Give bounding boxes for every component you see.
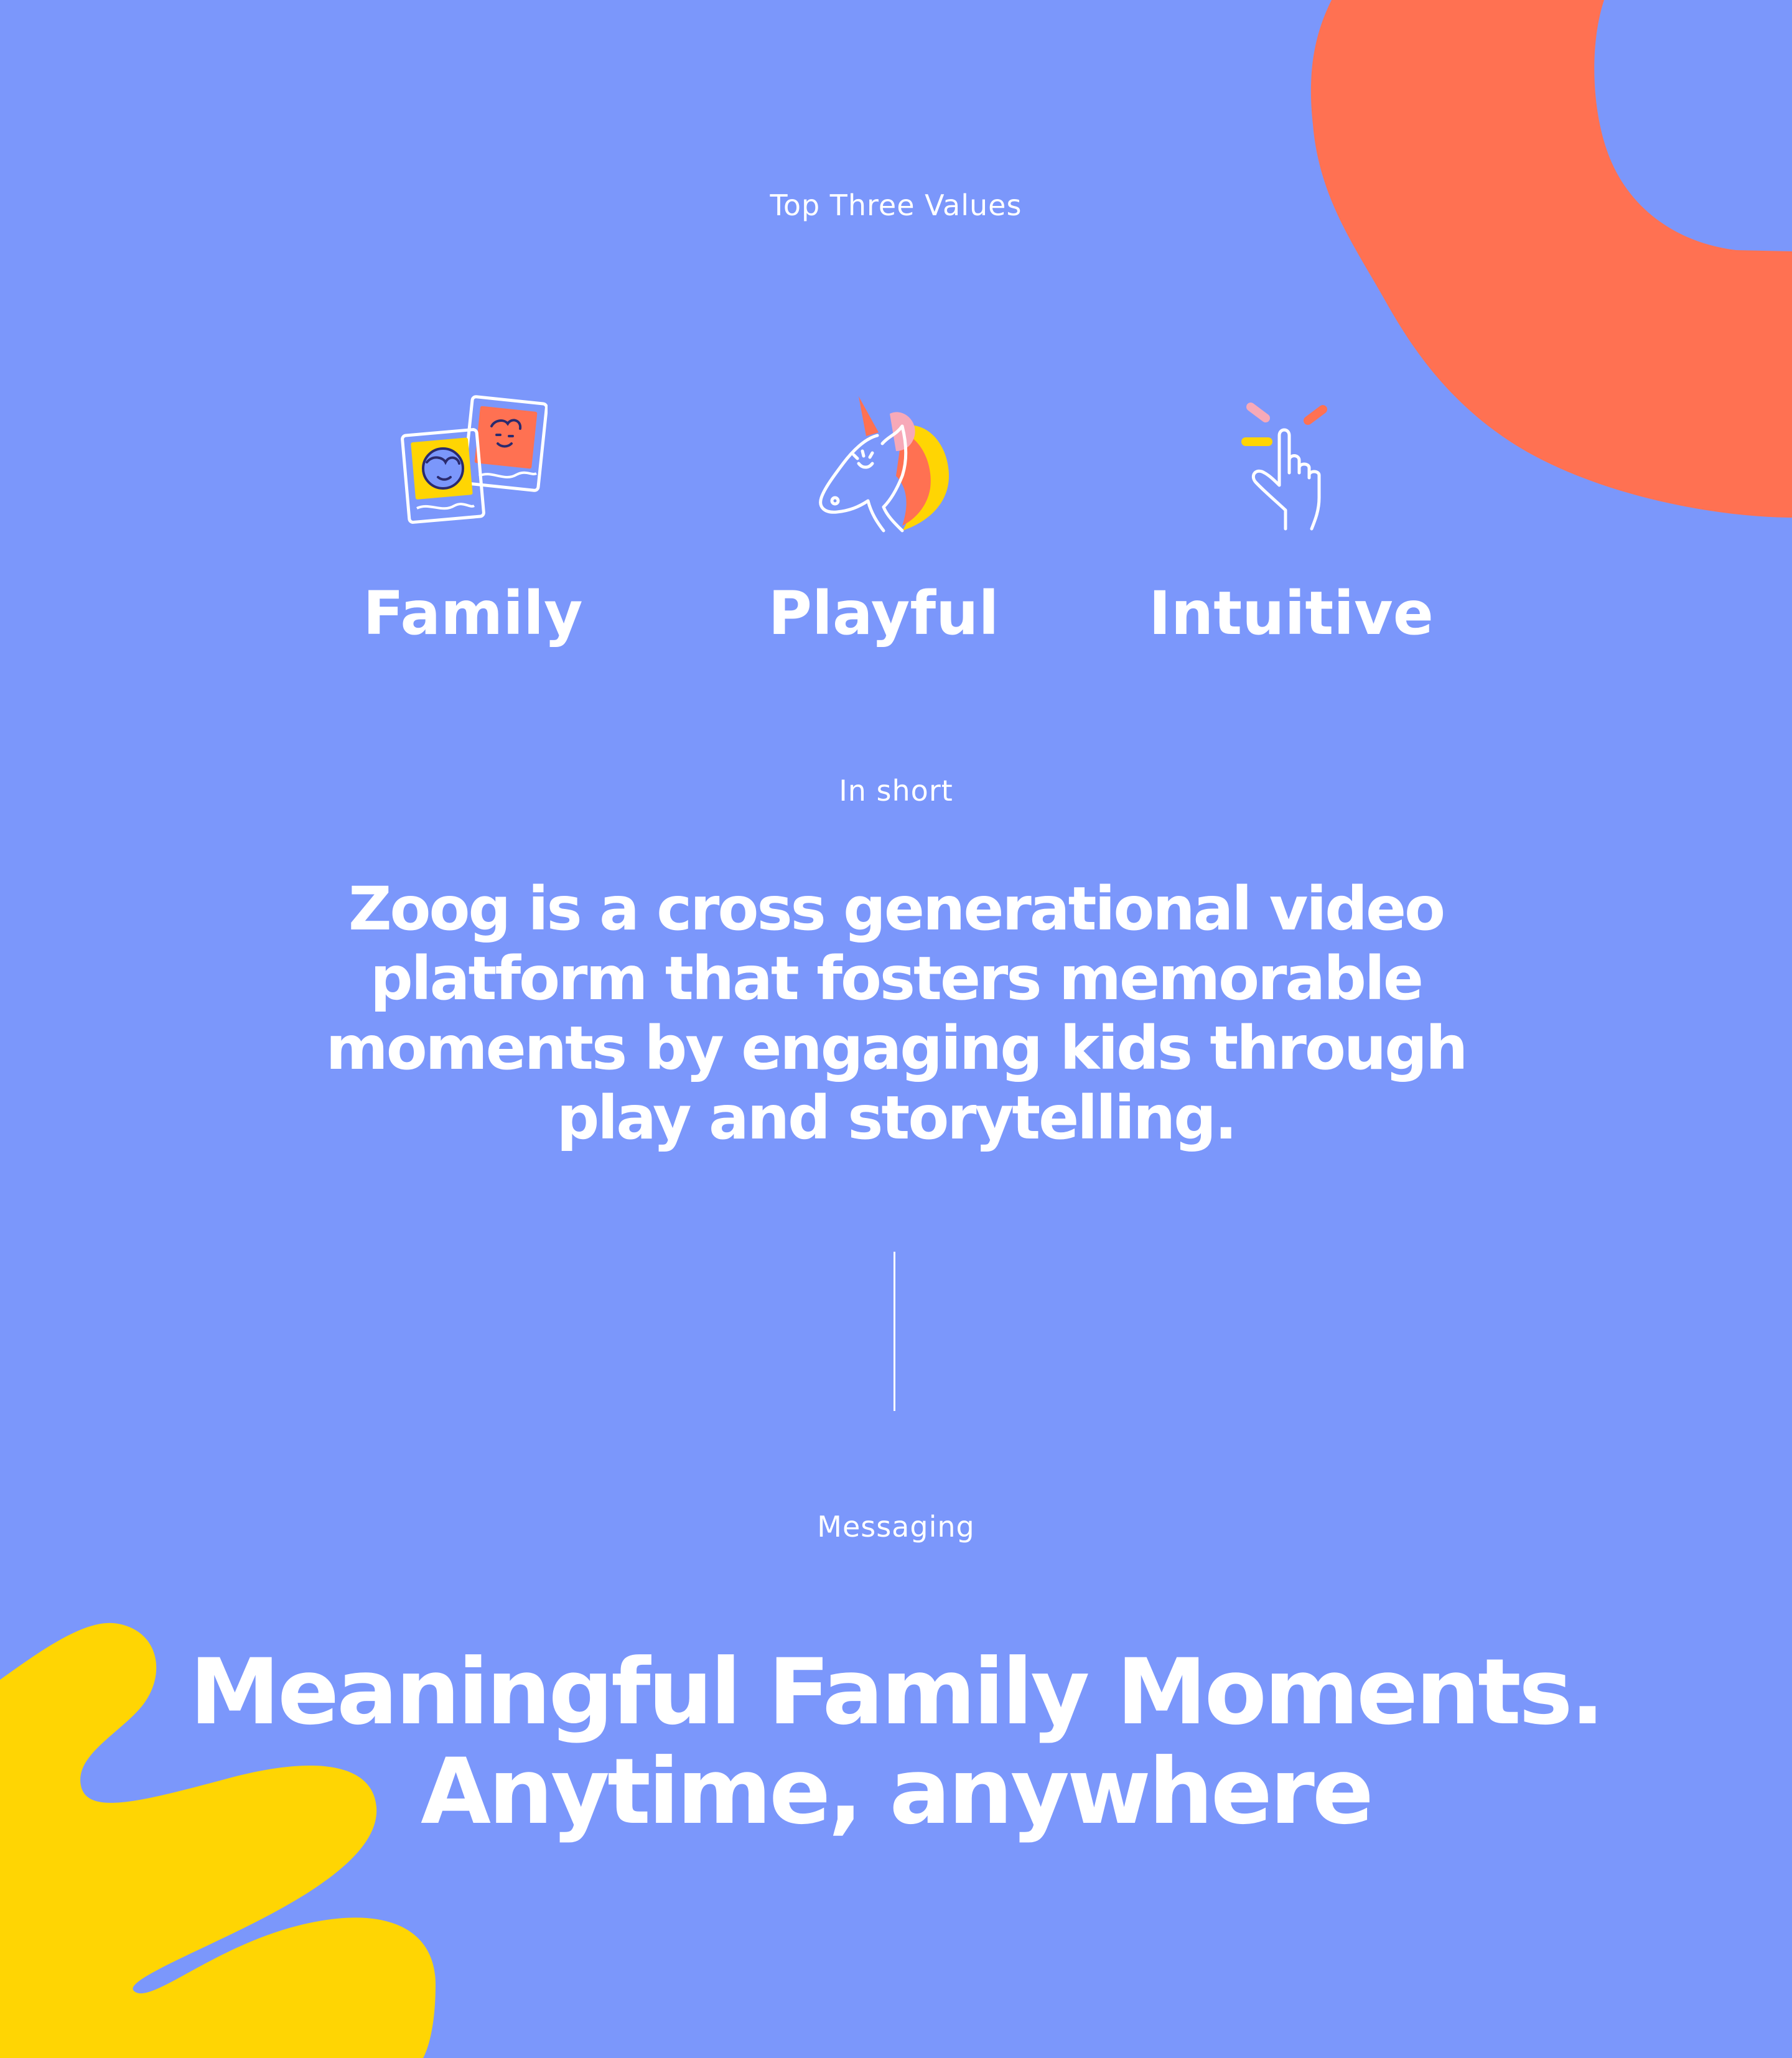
headline-line-2: Anytime, anywhere (421, 1739, 1374, 1845)
value-label-intuitive: Intuitive (1149, 579, 1434, 648)
section-divider (894, 1252, 895, 1411)
values-eyebrow: Top Three Values (770, 189, 1022, 222)
messaging-eyebrow: Messaging (817, 1510, 975, 1544)
values-page: Top Three Values Family Playful Intuitiv… (0, 0, 1792, 2058)
photo-frames-icon (401, 395, 548, 524)
headline-line-1: Meaningful Family Moments. (189, 1639, 1605, 1745)
value-label-playful: Playful (768, 579, 999, 648)
messaging-headline: Meaningful Family Moments. Anytime, anyw… (124, 1642, 1668, 1841)
value-label-family: Family (363, 579, 583, 648)
finger-snap-icon (1241, 403, 1327, 531)
mission-statement: Zoog is a cross generational video platf… (325, 874, 1468, 1153)
in-short-eyebrow: In short (839, 774, 953, 808)
unicorn-icon (819, 396, 949, 533)
